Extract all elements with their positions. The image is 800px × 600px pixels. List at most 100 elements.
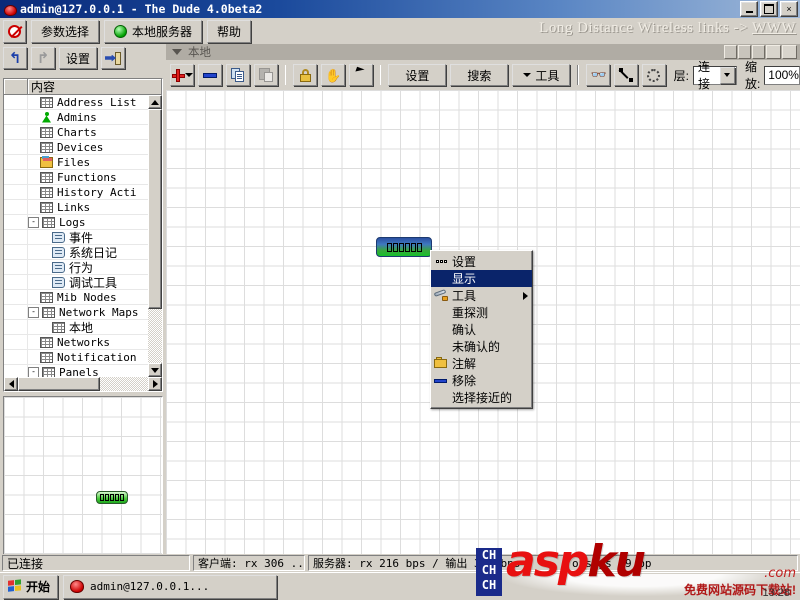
maximize-button[interactable] <box>760 1 778 17</box>
hscroll-track[interactable] <box>18 377 148 391</box>
tree-expander-toggle[interactable]: - <box>28 366 39 377</box>
status-bar: 已连接 客户端: rx 306 ... 服务器: rx 216 bps / 输出… <box>0 554 800 572</box>
app-bug-icon <box>3 3 17 16</box>
tree-item-functions[interactable]: Functions <box>4 170 148 185</box>
tree-item-label: Network Maps <box>59 305 139 319</box>
map-settings-button[interactable]: 设置 <box>388 64 447 86</box>
tree-col-contents-header[interactable]: 内容 <box>28 79 162 95</box>
tree-horizontal-scrollbar[interactable] <box>4 377 162 391</box>
paste-button[interactable] <box>254 64 278 86</box>
context-menu-item-1[interactable]: 设置 <box>431 253 532 270</box>
tree-item-links[interactable]: Links <box>4 200 148 215</box>
tree-item-admins[interactable]: Admins <box>4 110 148 125</box>
tree-expander-toggle[interactable]: - <box>28 306 39 318</box>
layer-select[interactable]: 连接 <box>692 60 737 91</box>
circle-layout-button[interactable] <box>641 64 666 86</box>
undo-button[interactable]: ↰ <box>3 47 27 69</box>
brand-www-link[interactable]: WWW <box>752 20 796 36</box>
grid-icon <box>40 336 53 348</box>
start-button[interactable]: 开始 <box>3 574 59 599</box>
tree-col-icon-header[interactable] <box>4 79 28 95</box>
pan-tool-button[interactable]: ✋ <box>321 64 346 86</box>
map-search-button[interactable]: 搜索 <box>450 64 509 86</box>
copy-button[interactable] <box>226 64 250 86</box>
chevron-down-icon[interactable] <box>719 66 735 84</box>
scroll-thumb[interactable] <box>148 109 162 309</box>
chevron-down-icon[interactable] <box>172 49 182 55</box>
mdi-restore-button[interactable] <box>724 45 737 59</box>
scroll-up-button[interactable] <box>148 95 162 109</box>
context-menu-item-7[interactable]: 注解 <box>431 355 532 372</box>
tree-item-[interactable]: 本地 <box>4 320 148 335</box>
tree-item-gutter <box>4 95 28 109</box>
start-button-label: 开始 <box>26 580 51 594</box>
minus-icon <box>203 72 217 78</box>
tree-item-history-acti[interactable]: History Acti <box>4 185 148 200</box>
auto-link-button[interactable] <box>613 64 638 86</box>
tree-expander-toggle[interactable]: - <box>28 216 39 228</box>
zoom-value: 100% <box>768 68 799 82</box>
remove-item-button[interactable] <box>198 64 222 86</box>
context-menu-item-2[interactable]: 显示 <box>431 270 532 287</box>
mdi-cascade-button[interactable] <box>752 45 765 59</box>
close-button[interactable]: × <box>780 1 798 17</box>
overview-map[interactable] <box>3 396 163 556</box>
map-tools-button[interactable]: 工具 <box>512 64 571 86</box>
tree-item-content: Address List <box>28 96 148 109</box>
mdi-maximize-button[interactable] <box>782 45 797 59</box>
select-tool-button[interactable] <box>349 64 374 86</box>
map-toolbar: ✋ 设置 搜索 工具 👓 层: 连接 缩放: 100% <box>166 60 800 91</box>
tree-item-files[interactable]: Files <box>4 155 148 170</box>
tree-item-notification[interactable]: Notification <box>4 350 148 365</box>
export-button[interactable] <box>101 47 126 69</box>
context-menu-item-8[interactable]: 移除 <box>431 372 532 389</box>
export-icon <box>105 51 122 65</box>
tree-item-gutter <box>4 140 28 154</box>
menu-local-server-button[interactable]: 本地服务器 <box>104 19 203 43</box>
tree-item-mib-nodes[interactable]: Mib Nodes <box>4 290 148 305</box>
tree-item-panels[interactable]: - Panels <box>4 365 148 377</box>
tree-item-[interactable]: 调试工具 <box>4 275 148 290</box>
minimize-button[interactable] <box>740 1 758 17</box>
scroll-right-button[interactable] <box>148 377 162 391</box>
scroll-left-button[interactable] <box>4 377 18 391</box>
tree-item-devices[interactable]: Devices <box>4 140 148 155</box>
mdi-minimize-button[interactable] <box>766 45 781 59</box>
tree-item-gutter <box>4 155 28 169</box>
device-node-main[interactable] <box>376 237 432 257</box>
redo-button[interactable]: ↱ <box>31 47 55 69</box>
toolbar-separator <box>380 65 382 85</box>
menu-help-button[interactable]: 帮助 <box>207 19 252 43</box>
context-menu-item-6[interactable]: 未确认的 <box>431 338 532 355</box>
tree-item-address-list[interactable]: Address List <box>4 95 148 110</box>
context-menu-item-4[interactable]: 重探测 <box>431 304 532 321</box>
device-node-overview[interactable] <box>96 491 128 504</box>
tree-rows[interactable]: Address List Admins Charts Devices Files Func… <box>4 95 148 377</box>
scroll-track[interactable] <box>148 109 162 363</box>
context-menu-item-9[interactable]: 选择接近的 <box>431 389 532 406</box>
context-menu-item-3[interactable]: 工具 <box>431 287 532 304</box>
menu-preferences-button[interactable]: 参数选择 <box>31 19 100 43</box>
find-button[interactable]: 👓 <box>585 64 610 86</box>
menu-item-icon-placeholder <box>433 306 449 319</box>
app-settings-button[interactable]: 设置 <box>59 47 98 69</box>
lock-button[interactable] <box>293 64 318 86</box>
taskbar-item-the-dude[interactable]: admin@127.0.0.1... <box>63 574 278 599</box>
mdi-tile-button[interactable] <box>738 45 751 59</box>
node-context-menu[interactable]: 设置 显示 工具 重探测 确认 未确认的 注解 移除 选择接近的 <box>430 250 533 409</box>
disconnect-button[interactable] <box>3 19 26 43</box>
context-menu-item-5[interactable]: 确认 <box>431 321 532 338</box>
tree-item-charts[interactable]: Charts <box>4 125 148 140</box>
tree-item-content: History Acti <box>28 186 148 199</box>
tree-item-networks[interactable]: Networks <box>4 335 148 350</box>
chevron-down-icon[interactable] <box>185 73 193 77</box>
grid-icon <box>40 171 53 183</box>
zoom-input[interactable]: 100% <box>764 65 800 85</box>
scroll-down-button[interactable] <box>148 363 162 377</box>
tree-vertical-scrollbar[interactable] <box>148 95 162 377</box>
add-item-button[interactable] <box>170 64 194 86</box>
tree-item-label: Notification <box>57 350 137 364</box>
plus-icon <box>171 68 185 82</box>
tree-item-label: Panels <box>59 365 99 378</box>
hscroll-thumb[interactable] <box>18 377 100 391</box>
